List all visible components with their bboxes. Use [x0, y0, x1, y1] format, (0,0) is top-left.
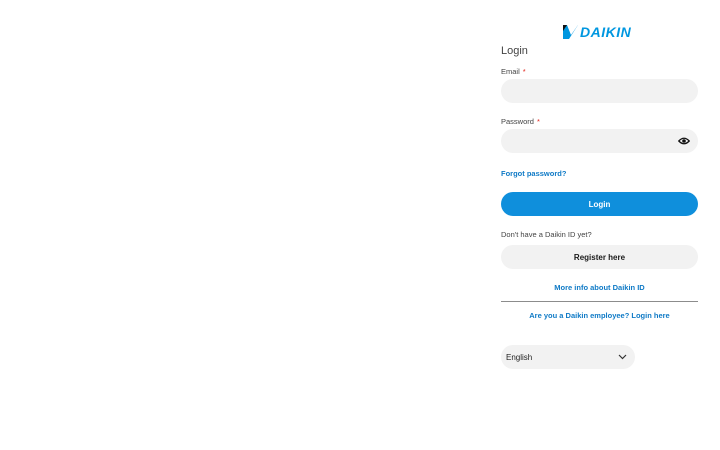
email-label-text: Email [501, 67, 520, 76]
login-button[interactable]: Login [501, 192, 698, 216]
password-label-text: Password [501, 117, 534, 126]
language-selected-value: English [506, 352, 533, 362]
page-title: Login [501, 45, 528, 57]
more-info-link[interactable]: More info about Daikin ID [501, 283, 698, 292]
eye-icon[interactable] [678, 136, 690, 146]
login-panel: DAIKIN Login Email * Password * Forgot pas… [501, 0, 699, 450]
email-field[interactable] [501, 79, 698, 103]
employee-login-link[interactable]: Are you a Daikin employee? Login here [501, 311, 698, 320]
background-pane [0, 0, 480, 450]
password-label: Password * [501, 117, 540, 126]
forgot-password-link[interactable]: Forgot password? [501, 169, 566, 178]
login-page: DAIKIN Login Email * Password * Forgot pas… [0, 0, 720, 450]
password-field[interactable] [501, 129, 698, 153]
register-prompt: Don't have a Daikin ID yet? [501, 230, 592, 239]
divider [501, 301, 698, 302]
email-label: Email * [501, 67, 526, 76]
daikin-logo: DAIKIN [563, 24, 639, 40]
register-button[interactable]: Register here [501, 245, 698, 269]
chevron-down-icon [618, 354, 627, 360]
daikin-logo-icon [563, 25, 578, 39]
daikin-logo-text: DAIKIN [580, 24, 632, 40]
language-select[interactable]: English [501, 345, 635, 369]
required-marker: * [522, 67, 526, 76]
required-marker: * [536, 117, 540, 126]
